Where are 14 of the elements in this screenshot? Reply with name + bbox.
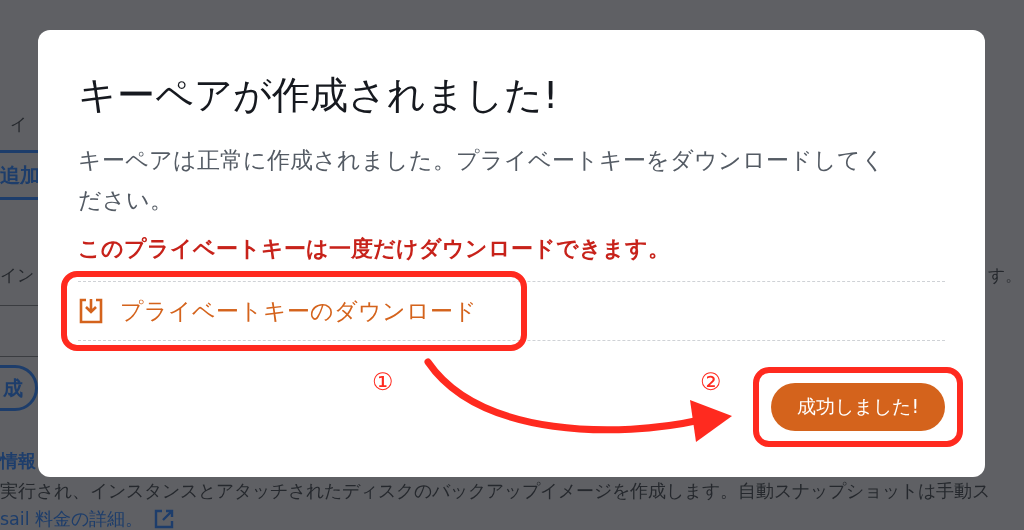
step-number: ① xyxy=(372,370,394,394)
dialog-message: キーペアは正常に作成されました。プライベートキーをダウンロードしてください。 xyxy=(78,146,886,215)
success-button[interactable]: 成功しました! xyxy=(771,383,945,431)
section-title: 情報 xyxy=(0,449,36,473)
field-label: イ xyxy=(10,113,27,136)
field-note: す。 xyxy=(988,264,1022,287)
external-link-icon xyxy=(153,508,176,530)
pricing-link[interactable]: sail 料金の詳細。 xyxy=(0,507,144,530)
warning-text: このプライベートキーは一度だけダウンロードできます。 xyxy=(78,235,671,263)
field-label: イン xyxy=(0,264,34,287)
step-number: ② xyxy=(700,370,722,394)
download-link[interactable]: プライベートキーのダウンロード xyxy=(78,295,477,327)
download-icon xyxy=(78,297,104,325)
dialog-title: キーペアが作成されました! xyxy=(78,72,560,119)
